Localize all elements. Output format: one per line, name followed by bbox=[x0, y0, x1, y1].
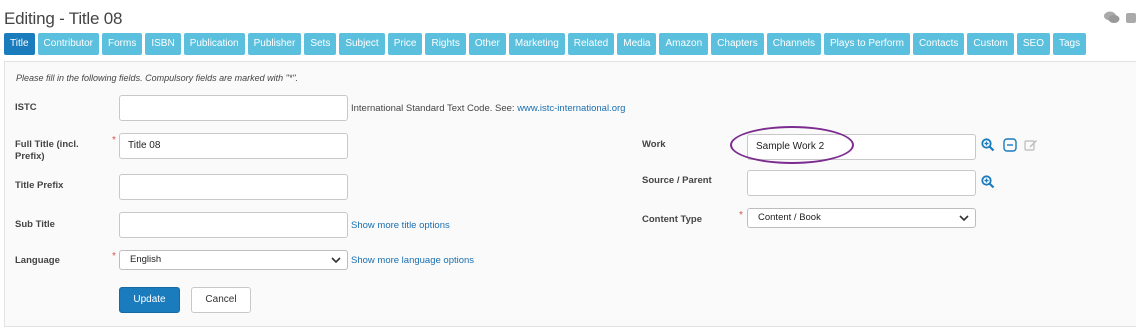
work-input[interactable]: Sample Work 2 bbox=[747, 134, 976, 160]
form-panel: Please fill in the following fields. Com… bbox=[4, 61, 1136, 327]
full-title-input[interactable]: Title 08 bbox=[119, 133, 348, 159]
tab-related[interactable]: Related bbox=[567, 33, 615, 55]
work-label: Work bbox=[642, 139, 666, 150]
tab-marketing[interactable]: Marketing bbox=[508, 33, 565, 55]
page-title: Editing - Title 08 bbox=[4, 9, 123, 28]
tab-amazon[interactable]: Amazon bbox=[659, 33, 709, 55]
source-parent-input[interactable] bbox=[747, 170, 976, 196]
sub-title-input[interactable] bbox=[119, 212, 348, 238]
tab-seo[interactable]: SEO bbox=[1016, 33, 1050, 55]
comments-icon[interactable] bbox=[1104, 11, 1120, 30]
title-prefix-label: Title Prefix bbox=[15, 180, 64, 191]
tab-publication[interactable]: Publication bbox=[183, 33, 245, 55]
tab-title[interactable]: Title bbox=[4, 33, 35, 55]
istc-help: International Standard Text Code. See: w… bbox=[351, 103, 625, 114]
full-title-label: Full Title (incl. Prefix) bbox=[15, 139, 79, 163]
tab-contacts[interactable]: Contacts bbox=[912, 33, 965, 55]
content-type-label: Content Type bbox=[642, 214, 702, 225]
show-more-title-options-link[interactable]: Show more title options bbox=[351, 220, 450, 231]
language-required: * bbox=[112, 251, 116, 262]
tab-plays-to-perform[interactable]: Plays to Perform bbox=[824, 33, 910, 55]
update-button[interactable]: Update bbox=[119, 287, 180, 313]
tab-tags[interactable]: Tags bbox=[1052, 33, 1087, 55]
tab-price[interactable]: Price bbox=[387, 33, 423, 55]
language-select[interactable]: English bbox=[119, 250, 348, 270]
chevron-down-icon bbox=[959, 215, 969, 222]
tab-isbn[interactable]: ISBN bbox=[145, 33, 181, 55]
full-title-required: * bbox=[112, 135, 116, 146]
chevron-down-icon bbox=[331, 257, 341, 264]
form-hint: Please fill in the following fields. Com… bbox=[16, 73, 299, 83]
istc-help-text: International Standard Text Code. See: bbox=[351, 103, 518, 114]
sub-title-label: Sub Title bbox=[15, 219, 55, 230]
tab-subject[interactable]: Subject bbox=[339, 33, 385, 55]
language-label: Language bbox=[15, 255, 60, 266]
tab-sets[interactable]: Sets bbox=[304, 33, 337, 55]
tab-bar: Title Contributor Forms ISBN Publication Publ… bbox=[4, 33, 1087, 55]
istc-input[interactable] bbox=[119, 95, 348, 121]
tab-other[interactable]: Other bbox=[468, 33, 506, 55]
source-parent-label: Source / Parent bbox=[642, 175, 712, 186]
title-prefix-input[interactable] bbox=[119, 174, 348, 200]
puzzle-icon[interactable] bbox=[1126, 11, 1136, 30]
content-type-required: * bbox=[739, 210, 743, 221]
zoom-in-icon[interactable] bbox=[981, 175, 995, 189]
content-type-select[interactable]: Content / Book bbox=[747, 208, 976, 228]
tab-media[interactable]: Media bbox=[617, 33, 657, 55]
tab-chapters[interactable]: Chapters bbox=[711, 33, 764, 55]
header-icons bbox=[1104, 11, 1136, 30]
zoom-in-icon[interactable] bbox=[981, 138, 995, 152]
tab-publisher[interactable]: Publisher bbox=[247, 33, 302, 55]
tab-channels[interactable]: Channels bbox=[766, 33, 822, 55]
edit-icon[interactable] bbox=[1024, 138, 1038, 152]
istc-link[interactable]: www.istc-international.org bbox=[517, 103, 625, 114]
language-select-value: English bbox=[130, 254, 162, 265]
minus-icon[interactable] bbox=[1003, 138, 1017, 152]
full-title-label-line1: Full Title (incl. bbox=[15, 139, 79, 150]
tab-custom[interactable]: Custom bbox=[967, 33, 1014, 55]
tab-forms[interactable]: Forms bbox=[102, 33, 143, 55]
show-more-language-options-link[interactable]: Show more language options bbox=[351, 255, 474, 266]
content-type-select-value: Content / Book bbox=[758, 212, 821, 223]
tab-contributor[interactable]: Contributor bbox=[37, 33, 99, 55]
istc-label: ISTC bbox=[15, 102, 37, 113]
full-title-label-line2: Prefix) bbox=[15, 151, 45, 162]
cancel-button[interactable]: Cancel bbox=[191, 287, 251, 313]
tab-rights[interactable]: Rights bbox=[425, 33, 466, 55]
